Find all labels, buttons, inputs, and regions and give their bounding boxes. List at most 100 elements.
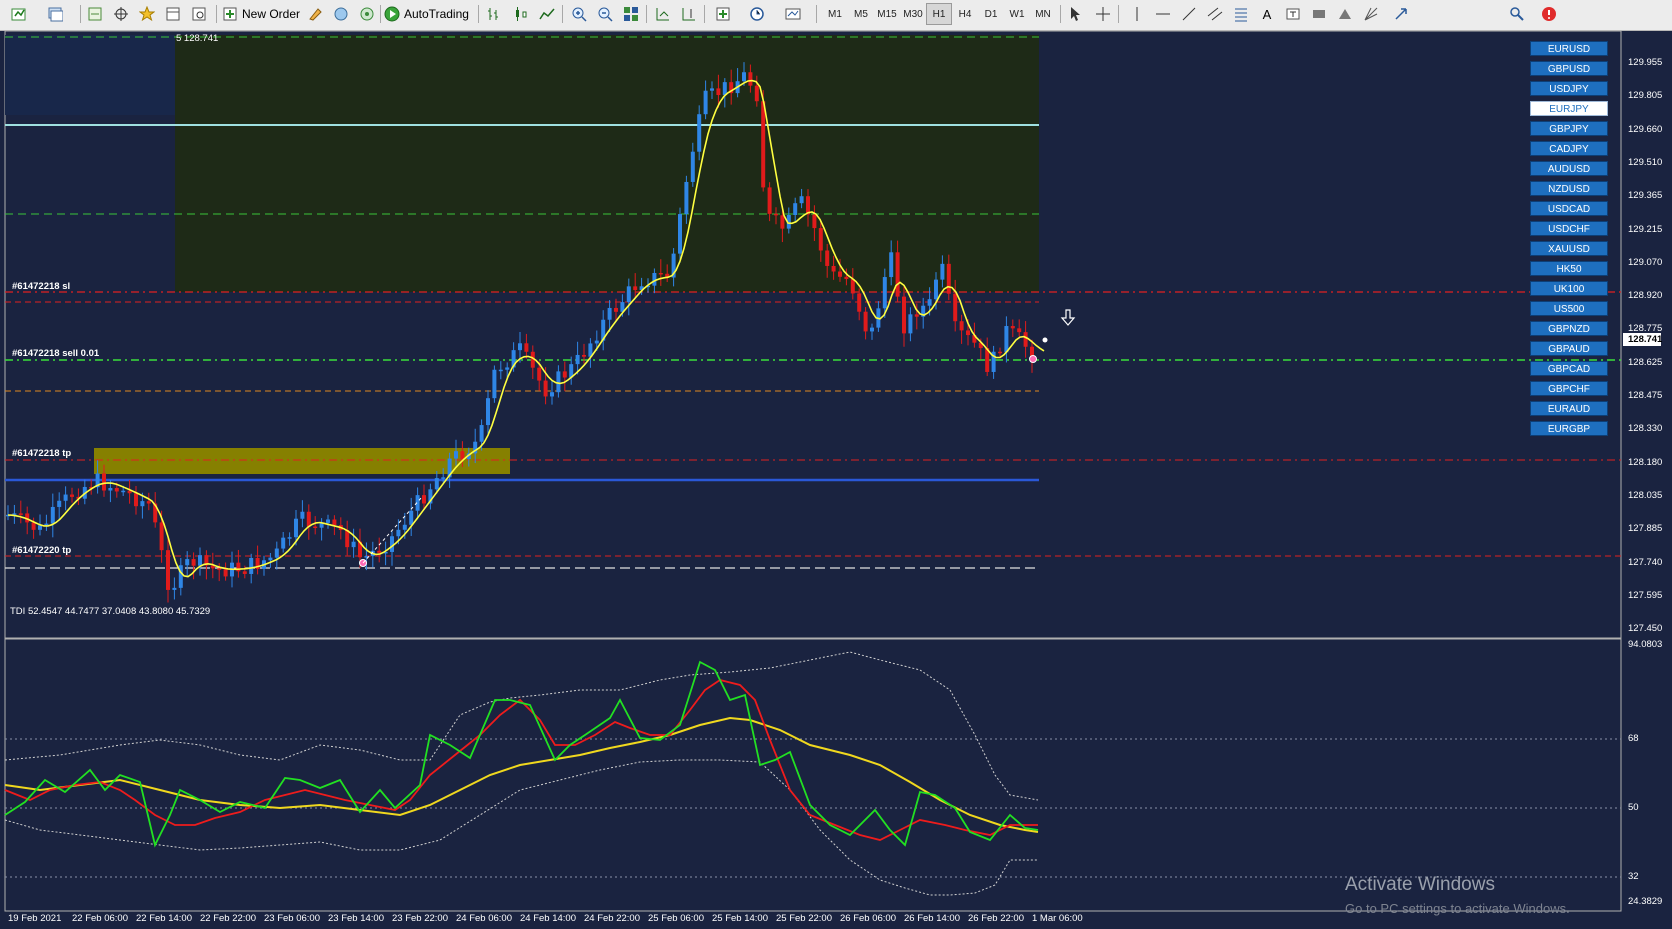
symbol-button[interactable]: EURUSD <box>1530 41 1608 56</box>
chart-shift-icon[interactable] <box>678 3 700 25</box>
price-tick-label: 128.920 <box>1628 290 1663 302</box>
timeframe-d1[interactable]: D1 <box>978 3 1004 25</box>
vertical-line-icon[interactable] <box>1126 3 1148 25</box>
current-price-label: 128.741 <box>1628 334 1663 345</box>
price-tick-label: 127.595 <box>1628 589 1663 601</box>
candle-body <box>486 398 490 426</box>
price-tick-label: 129.660 <box>1628 123 1663 135</box>
trendline-icon[interactable] <box>1178 3 1200 25</box>
tdi-tick-label: 94.0803 <box>1628 639 1663 650</box>
symbol-button[interactable]: GBPAUD <box>1530 341 1608 356</box>
symbol-button[interactable]: XAUUSD <box>1530 241 1608 256</box>
terminal-icon[interactable] <box>330 3 352 25</box>
new-order-button[interactable]: New Order <box>222 3 300 25</box>
horizontal-line-icon[interactable] <box>1152 3 1174 25</box>
auto-scroll-icon[interactable] <box>652 3 674 25</box>
symbol-button[interactable]: GBPCHF <box>1530 381 1608 396</box>
symbol-button[interactable]: USDJPY <box>1530 81 1608 96</box>
candle-body <box>594 340 599 344</box>
candle-body <box>121 490 126 493</box>
channel-icon[interactable] <box>1204 3 1226 25</box>
symbol-button[interactable]: US500 <box>1530 301 1608 316</box>
timeframe-mn[interactable]: MN <box>1030 3 1056 25</box>
indicators-icon[interactable] <box>712 3 734 25</box>
tile-windows-icon[interactable] <box>620 3 642 25</box>
candle-body <box>614 307 618 312</box>
rectangle-icon[interactable] <box>1308 3 1330 25</box>
symbol-button[interactable]: HK50 <box>1530 261 1608 276</box>
candle-body <box>761 101 766 188</box>
symbol-button[interactable]: EURJPY <box>1530 101 1608 116</box>
profiles-icon[interactable] <box>44 3 66 25</box>
candle-body <box>198 555 202 566</box>
symbol-button[interactable]: USDCAD <box>1530 201 1608 216</box>
symbol-button[interactable]: EURGBP <box>1530 421 1608 436</box>
fibonacci-icon[interactable] <box>1230 3 1252 25</box>
candle-body <box>748 72 753 86</box>
candle-body <box>1010 326 1015 329</box>
candle-body <box>934 279 938 300</box>
bar-chart-icon[interactable] <box>484 3 506 25</box>
candle-body <box>505 367 510 370</box>
chart-area[interactable] <box>0 31 1672 929</box>
timeframe-h4[interactable]: H4 <box>952 3 978 25</box>
templates-icon[interactable] <box>782 3 804 25</box>
timeframe-m1[interactable]: M1 <box>822 3 848 25</box>
zoom-out-icon[interactable] <box>594 3 616 25</box>
symbol-button[interactable]: GBPUSD <box>1530 61 1608 76</box>
zoom-in-icon[interactable] <box>568 3 590 25</box>
new-chart-icon[interactable] <box>8 3 30 25</box>
arrows-icon[interactable] <box>1390 3 1412 25</box>
autotrading-button[interactable]: AutoTrading <box>384 3 474 25</box>
symbol-button[interactable]: USDCHF <box>1530 221 1608 236</box>
time-tick-label: 26 Feb 14:00 <box>904 913 960 924</box>
symbol-button[interactable]: EURAUD <box>1530 401 1608 416</box>
text-icon[interactable]: A <box>1256 3 1278 25</box>
candle-body <box>102 473 106 491</box>
candle-body <box>716 88 721 96</box>
favorites-icon[interactable] <box>136 3 158 25</box>
cursor-icon[interactable] <box>1064 3 1086 25</box>
symbol-button[interactable]: UK100 <box>1530 281 1608 296</box>
candle-body <box>524 343 529 352</box>
symbol-button[interactable]: GBPCAD <box>1530 361 1608 376</box>
candle-body <box>287 537 292 539</box>
line-chart-icon[interactable] <box>536 3 558 25</box>
symbol-button[interactable]: AUDUSD <box>1530 161 1608 176</box>
strategy-tester-icon[interactable] <box>188 3 210 25</box>
symbol-button[interactable]: NZDUSD <box>1530 181 1608 196</box>
symbol-button[interactable]: GBPNZD <box>1530 321 1608 336</box>
symbol-button[interactable]: CADJPY <box>1530 141 1608 156</box>
candle-body <box>652 272 657 286</box>
timeframe-w1[interactable]: W1 <box>1004 3 1030 25</box>
gann-icon[interactable] <box>1360 3 1382 25</box>
candle-body <box>543 380 548 397</box>
notifications-icon[interactable] <box>1538 3 1560 25</box>
candle-body <box>799 196 804 204</box>
timeframe-h1[interactable]: H1 <box>926 3 952 25</box>
candle-body <box>895 252 900 297</box>
timeframe-m5[interactable]: M5 <box>848 3 874 25</box>
data-window-icon[interactable] <box>162 3 184 25</box>
symbol-button[interactable]: GBPJPY <box>1530 121 1608 136</box>
crosshair-icon[interactable] <box>1092 3 1114 25</box>
candlestick-icon[interactable] <box>510 3 532 25</box>
candle-body <box>441 477 446 479</box>
candle-body <box>70 494 74 497</box>
candle-body <box>838 271 842 277</box>
candle-body <box>159 522 164 551</box>
price-tick-label: 129.805 <box>1628 90 1663 102</box>
triangle-icon[interactable] <box>1334 3 1356 25</box>
candle-body <box>223 569 228 577</box>
timeframe-m30[interactable]: M30 <box>900 3 926 25</box>
text-label-icon[interactable] <box>1282 3 1304 25</box>
timeframe-m15[interactable]: M15 <box>874 3 900 25</box>
market-watch-icon[interactable] <box>84 3 106 25</box>
signals-icon[interactable] <box>356 3 378 25</box>
crosshair-nav-icon[interactable] <box>110 3 132 25</box>
meta-editor-icon[interactable] <box>304 3 326 25</box>
search-icon[interactable] <box>1506 3 1528 25</box>
candle-body <box>396 529 401 537</box>
periods-icon[interactable] <box>746 3 768 25</box>
time-tick-label: 26 Feb 06:00 <box>840 913 896 924</box>
